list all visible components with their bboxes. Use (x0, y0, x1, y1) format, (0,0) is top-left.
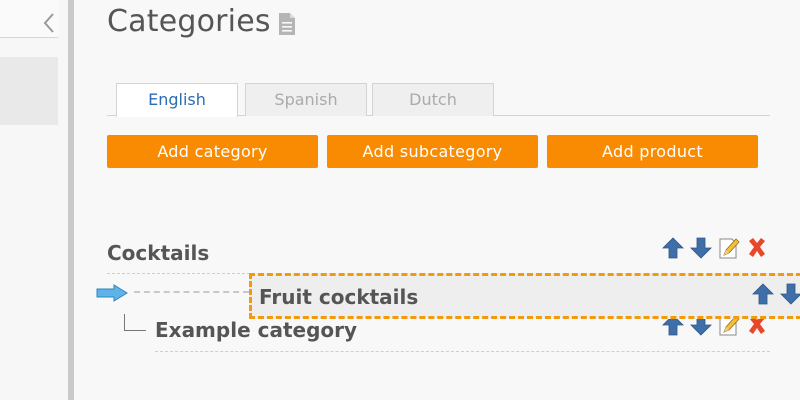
tree-connector (124, 314, 146, 331)
add-product-button[interactable]: Add product (547, 135, 758, 168)
tree-item-cocktails[interactable]: Cocktails (107, 236, 770, 274)
main-content: Categories English Spanish Dutch Add cat… (74, 0, 800, 400)
tab-spanish[interactable]: Spanish (245, 83, 367, 116)
drop-position-arrow-icon (96, 284, 128, 302)
edit-icon[interactable] (718, 236, 740, 260)
document-icon (277, 12, 297, 36)
language-tabs: English Spanish Dutch (107, 83, 770, 117)
add-subcategory-button[interactable]: Add subcategory (327, 135, 538, 168)
move-down-icon[interactable] (780, 282, 800, 306)
sidebar-item-selected[interactable] (0, 57, 58, 125)
add-category-button[interactable]: Add category (107, 135, 318, 168)
move-up-icon[interactable] (662, 236, 684, 260)
delete-icon[interactable] (746, 236, 768, 260)
tree-item-actions (752, 282, 800, 308)
dragged-tree-item-fruit-cocktails[interactable]: Fruit cocktails (249, 273, 800, 319)
tab-dutch[interactable]: Dutch (372, 83, 494, 116)
tree-item-label: Example category (155, 318, 358, 342)
tab-english[interactable]: English (116, 83, 238, 117)
tree-item-actions (662, 236, 770, 262)
drop-guide-line (134, 291, 249, 293)
chevron-left-icon[interactable] (40, 10, 60, 36)
tree-item-label: Fruit cocktails (259, 285, 419, 309)
move-down-icon[interactable] (690, 236, 712, 260)
page-title: Categories (107, 4, 271, 39)
move-up-icon[interactable] (752, 282, 774, 306)
tree-item-label: Cocktails (107, 241, 210, 265)
sidebar (0, 0, 70, 400)
